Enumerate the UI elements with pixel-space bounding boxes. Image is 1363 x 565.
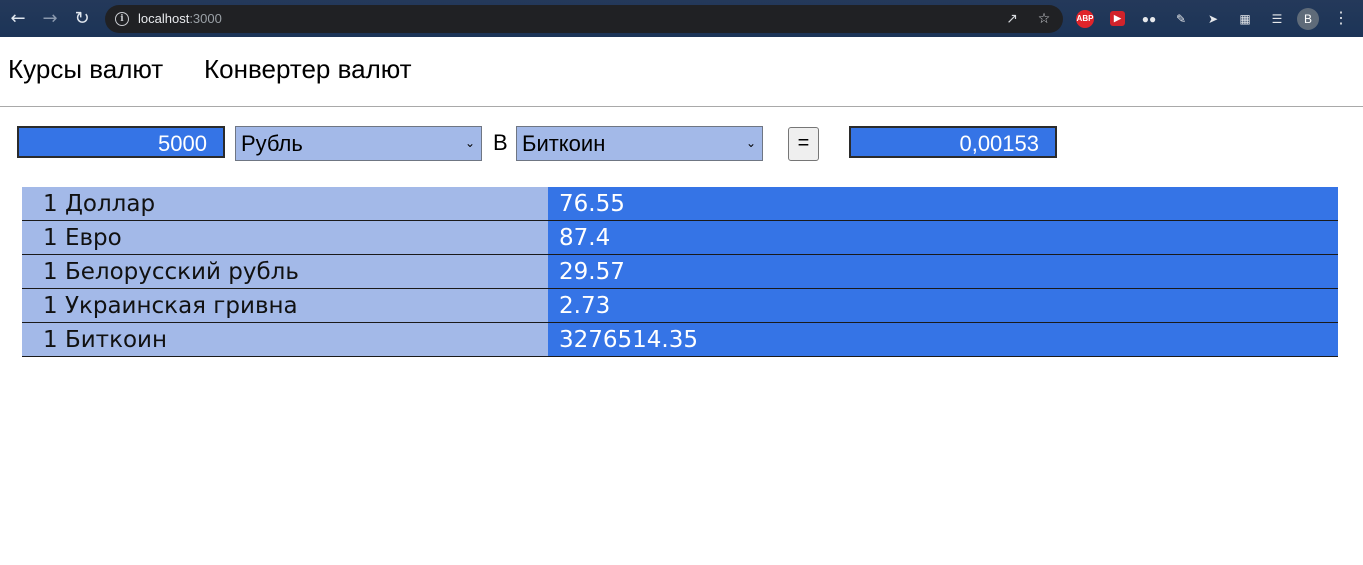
- rate-cell: 76.55: [548, 187, 1338, 221]
- browser-toolbar: ← → ↻ i localhost:3000 ↗ ☆ ABP ▶ ●● ✎ ➤ …: [0, 0, 1363, 37]
- table-row: 1 Украинская гривна 2.73: [22, 288, 1338, 323]
- to-label: В: [493, 130, 508, 155]
- result-value: 0,00153: [959, 131, 1039, 156]
- cursor-extension-icon[interactable]: ➤: [1203, 9, 1223, 29]
- from-currency-value: Рубль: [241, 131, 303, 156]
- bookmark-star-icon[interactable]: ☆: [1034, 9, 1054, 29]
- address-bar[interactable]: i localhost:3000 ↗ ☆: [105, 5, 1063, 33]
- currency-cell: 1 Биткоин: [22, 322, 548, 357]
- result-output: 0,00153: [849, 126, 1057, 158]
- reload-icon[interactable]: ↻: [70, 7, 94, 31]
- rate-cell: 29.57: [548, 254, 1338, 289]
- rate-cell: 87.4: [548, 220, 1338, 255]
- table-row: 1 Белорусский рубль 29.57: [22, 254, 1338, 289]
- red-extension-icon[interactable]: ▶: [1110, 11, 1125, 26]
- currency-cell: 1 Белорусский рубль: [22, 254, 548, 289]
- currency-cell: 1 Украинская гривна: [22, 288, 548, 323]
- rates-table: 1 Доллар 76.55 1 Евро 87.4 1 Белорусский…: [22, 187, 1338, 357]
- chevron-down-icon: ⌄: [745, 136, 756, 150]
- adblock-plus-icon[interactable]: ABP: [1076, 10, 1094, 28]
- puzzle-extensions-icon[interactable]: ▦: [1235, 9, 1255, 29]
- forward-arrow-icon[interactable]: →: [38, 7, 62, 31]
- table-row: 1 Биткоин 3276514.35: [22, 322, 1338, 357]
- share-icon[interactable]: ↗: [1002, 9, 1022, 29]
- to-currency-value: Биткоин: [522, 131, 606, 156]
- menu-kebab-icon[interactable]: ⋮: [1331, 9, 1351, 29]
- amount-value: 5000: [158, 131, 207, 156]
- amount-input[interactable]: 5000: [17, 126, 225, 158]
- currency-cell: 1 Евро: [22, 220, 548, 255]
- profile-avatar[interactable]: B: [1297, 8, 1319, 30]
- currency-cell: 1 Доллар: [22, 187, 548, 221]
- chevron-down-icon: ⌄: [464, 136, 475, 150]
- pen-extension-icon[interactable]: ✎: [1171, 9, 1191, 29]
- url-host: localhost: [138, 11, 190, 26]
- table-row: 1 Евро 87.4: [22, 220, 1338, 255]
- convert-button[interactable]: =: [788, 127, 819, 161]
- rate-cell: 2.73: [548, 288, 1338, 323]
- url-text: localhost:3000: [138, 11, 222, 26]
- profile-initial: B: [1303, 12, 1312, 26]
- nav-link-rates[interactable]: Курсы валют: [8, 54, 163, 85]
- adblock-plus-label: ABP: [1076, 14, 1094, 23]
- to-currency-select[interactable]: Биткоин ⌄: [516, 126, 763, 161]
- back-arrow-icon[interactable]: ←: [6, 7, 30, 31]
- page-navigation: Курсы валют Конвертер валют: [0, 37, 1363, 107]
- rate-cell: 3276514.35: [548, 322, 1338, 357]
- table-row: 1 Доллар 76.55: [22, 187, 1338, 221]
- from-currency-select[interactable]: Рубль ⌄: [235, 126, 482, 161]
- nav-link-converter[interactable]: Конвертер валют: [204, 54, 412, 85]
- site-info-icon[interactable]: i: [115, 12, 129, 26]
- media-queue-icon[interactable]: ☰: [1267, 9, 1287, 29]
- spy-extension-icon[interactable]: ●●: [1139, 9, 1159, 29]
- url-port: :3000: [189, 11, 222, 26]
- currency-converter: 5000 Рубль ⌄ В Биткоин ⌄ = 0,00153: [0, 125, 1363, 165]
